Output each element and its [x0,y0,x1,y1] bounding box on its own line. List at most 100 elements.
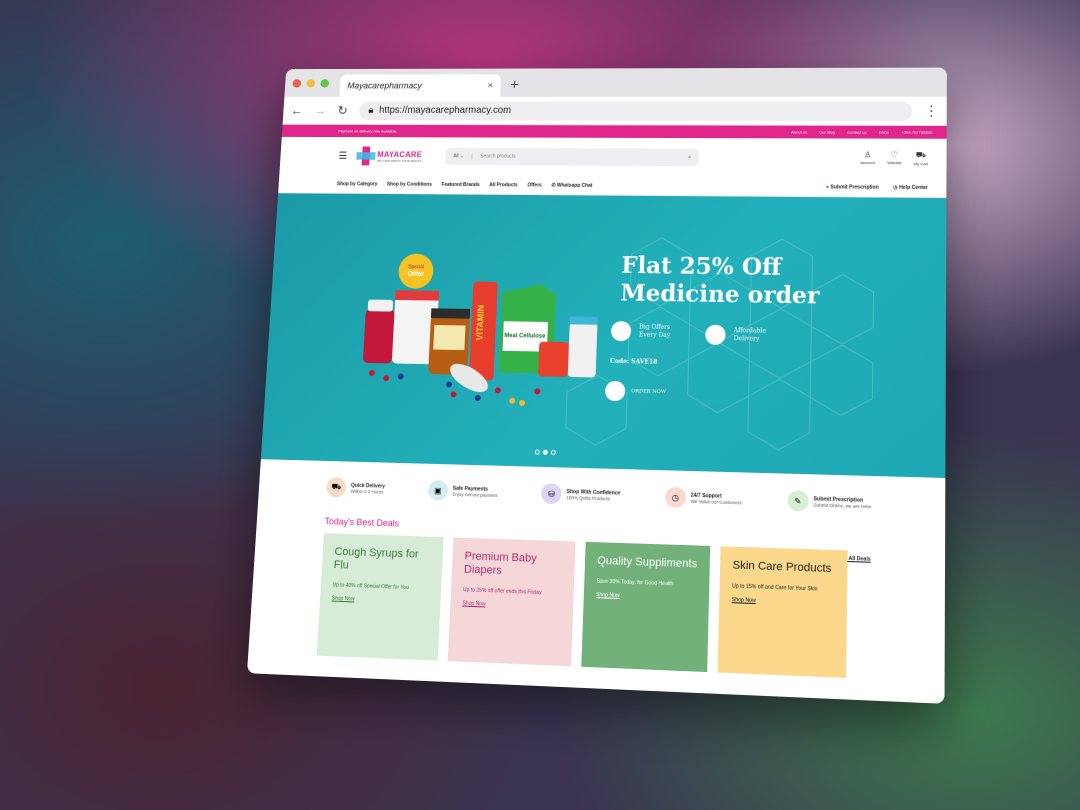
feature-text: Quick Delivery Within 2-3 Hours [351,482,385,494]
deal-card[interactable]: Quality Suppliments Save 30% Today, for G… [581,541,711,673]
nav-shop-by-conditions[interactable]: Shop by Conditions [387,181,432,187]
close-window-button[interactable] [292,78,302,88]
shop-now-link[interactable]: Shop Now [462,600,561,610]
badge-line2: Offer [408,271,425,278]
nav-offers[interactable]: Offers [527,182,542,188]
meal-label: Meal Cellulose [504,333,546,340]
deal-card-title: Premium Baby Diapers [463,550,537,578]
browser-window: Mayacarepharmacy × + ← → ↻ 🔒︎ https://ma… [246,67,947,704]
about-link[interactable]: About us [791,130,807,135]
carousel-dot-3[interactable] [550,449,556,456]
phone-link[interactable]: +254-707725898 [901,130,932,135]
whatsapp-label: Whatsapp Chat [556,182,593,189]
browser-tab-bar: Mayacarepharmacy × + [284,67,947,97]
deal-card[interactable]: Cough Syrups for Flu Up to 40% off Specia… [316,533,444,661]
nav-shop-by-category[interactable]: Shop by Category [337,181,378,187]
maximize-window-button[interactable] [320,78,330,88]
deal-card[interactable]: Premium Baby Diapers Up to 25% off offer … [447,537,576,667]
feature-item: ✎ Submit Prescription Submit Online, we ar… [787,490,871,513]
new-tab-button[interactable]: + [510,74,519,97]
nav-right: ● Submit Prescription ◷ Help Center [826,184,928,191]
nav-whatsapp-chat[interactable]: ✆ Whatsapp Chat [551,182,592,188]
deal-card-subtitle: Up to 25% off offer ends this Friday [462,587,542,597]
hero-title-line1: Flat 25% Off [620,252,782,281]
account-button[interactable]: ♙ Account [860,150,875,166]
background: Mayacarepharmacy × + ← → ↻ 🔒︎ https://ma… [0,0,1080,810]
browser-toolbar: ← → ↻ 🔒︎ https://mayacarepharmacy.com ⋮ [282,96,947,127]
nav-all-products[interactable]: All Products [489,182,518,188]
search-icon[interactable]: ⌕ [688,154,691,160]
submit-prescription-link[interactable]: ● Submit Prescription [826,184,879,190]
feature-subtitle: Within 2-3 Hours [350,488,384,495]
badge-line1: Special [408,264,424,270]
browser-tab[interactable]: Mayacarepharmacy × [339,74,502,97]
deal-card[interactable]: Skin Care Products Up to 15% off and Care… [717,546,848,678]
wishlist-button[interactable]: ♡ Wishlist [887,150,901,166]
logo-cross-icon [356,147,376,166]
logo-tagline: WE CARE ABOUT YOUR HEALTH [376,158,422,163]
site-logo[interactable]: MAYACARE WE CARE ABOUT YOUR HEALTH [356,147,437,166]
user-icon: ♙ [864,150,872,160]
whatsapp-icon: ✆ [551,182,556,188]
window-controls [292,69,330,97]
wishlist-label: Wishlist [887,160,902,166]
help-center-label: Help Center [899,184,928,191]
feature-item: ◷ 24/7 Support We Value our Customers [664,486,742,510]
promo-code: Code: SAVE18 [609,357,658,366]
reload-icon[interactable]: ↻ [337,103,348,118]
nav-featured-brands[interactable]: Featured Brands [441,182,479,188]
carousel-dots [534,449,556,456]
blog-link[interactable]: Our Blog [819,130,835,135]
hero-banner[interactable]: Special Offer VITAMIN Meal Cellulose Fla… [260,193,947,478]
prescription-dot-icon: ● [825,183,830,190]
delivery-icon [705,324,726,345]
search-bar: All ⌄ Search products ⌕ [445,147,700,167]
logo-text: MAYACARE [377,149,423,159]
search-category-label: All [453,153,459,160]
feature-subtitle: We Value our Customers [690,498,742,505]
offers-icon [610,321,632,342]
shop-now-link[interactable]: Shop Now [732,597,835,607]
tab-close-icon[interactable]: × [487,80,493,90]
prescription-icon: ✎ [787,490,809,512]
search-input[interactable]: Search products [480,154,680,161]
heart-icon: ♡ [890,150,899,160]
search-category-select[interactable]: All ⌄ [453,153,473,160]
feature-item: ▣ Safe Payments Enjoy Secure payment [427,479,498,502]
browser-menu-icon[interactable]: ⋮ [924,103,938,120]
carousel-dot-2[interactable] [542,449,548,455]
feature-text: Shop With Confidence 100% Qulity Products [566,488,620,501]
cart-button[interactable]: ⛟ My Cart [914,150,928,166]
tab-title: Mayacarepharmacy [347,80,423,91]
feature-text: 24/7 Support We Value our Customers [690,492,741,505]
minimize-window-button[interactable] [306,78,316,88]
hero-feature-delivery-label: Affordable Delivery [733,327,767,343]
feature-text: Safe Payments Enjoy Secure payment [452,485,497,497]
vitamin-label: VITAMIN [474,305,486,341]
back-arrow-icon[interactable]: ← [290,103,303,117]
carousel-dot-1[interactable] [534,449,540,455]
shop-now-link[interactable]: Shop Now [596,592,697,602]
contact-link[interactable]: Contact us [847,130,866,135]
cart-icon: ⛟ [915,150,927,160]
address-bar[interactable]: 🔒︎ https://mayacarepharmacy.com [358,101,913,121]
feature-subtitle: Enjoy Secure payment [452,491,498,498]
faqs-link[interactable]: FAQs [879,130,889,135]
deal-card-subtitle: Save 30% Today, for Good Health [596,578,674,588]
submit-prescription-label: Submit Prescription [830,183,879,191]
deal-card-subtitle: Up to 40% off Special Offer for You [332,582,409,592]
order-now-button[interactable]: ORDER NOW [604,380,666,402]
order-now-icon [604,380,626,402]
shop-now-link[interactable]: Shop Now [332,595,429,605]
hero-title: Flat 25% Off Medicine order [620,252,820,310]
help-center-link[interactable]: ◷ Help Center [893,184,928,190]
header-actions: ♙ Account ♡ Wishlist ⛟ My Cart [860,150,928,166]
deal-card-subtitle: Up to 15% off and Care for Your Skin [732,583,818,593]
deal-card-title: Cough Syrups for Flu [333,545,419,572]
hamburger-menu-icon[interactable]: ☰ [338,151,347,161]
deal-card-title: Skin Care Products [732,559,832,576]
forward-arrow-icon[interactable]: → [314,103,327,117]
feature-subtitle: Submit Online, we are Here [813,501,872,509]
site-header: ☰ MAYACARE WE CARE ABOUT YOUR HEALTH All… [279,136,947,179]
lock-icon: 🔒︎ [368,105,374,116]
